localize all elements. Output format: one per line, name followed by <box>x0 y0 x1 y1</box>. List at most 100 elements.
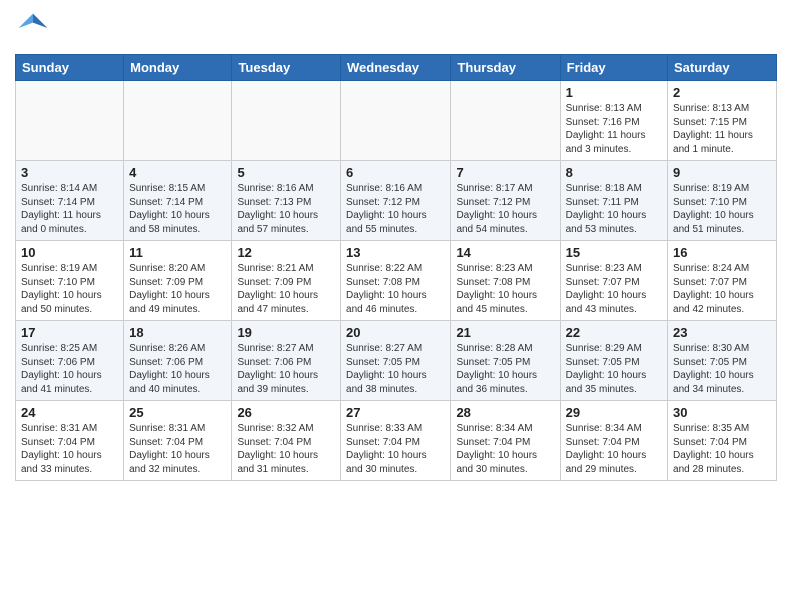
calendar: SundayMondayTuesdayWednesdayThursdayFrid… <box>15 54 777 481</box>
day-info: Sunrise: 8:17 AM Sunset: 7:12 PM Dayligh… <box>456 182 554 236</box>
day-number: 25 <box>129 405 226 420</box>
calendar-day-cell: 24Sunrise: 8:31 AM Sunset: 7:04 PM Dayli… <box>16 401 124 481</box>
page: SundayMondayTuesdayWednesdayThursdayFrid… <box>0 0 792 491</box>
day-info: Sunrise: 8:30 AM Sunset: 7:05 PM Dayligh… <box>673 342 771 396</box>
day-info: Sunrise: 8:34 AM Sunset: 7:04 PM Dayligh… <box>456 422 554 476</box>
calendar-day-cell: 2Sunrise: 8:13 AM Sunset: 7:15 PM Daylig… <box>668 81 777 161</box>
calendar-week-row: 1 Sunrise: 8:13 AM Sunset: 7:16 PM Daylig… <box>16 81 777 161</box>
calendar-day-cell: 18 Sunrise: 8:26 AM Sunset: 7:06 PM Dayli… <box>124 321 232 401</box>
header <box>15 10 777 46</box>
calendar-day-cell <box>451 81 560 161</box>
calendar-day-header: Sunday <box>16 55 124 81</box>
day-info: Sunrise: 8:13 AM Sunset: 7:15 PM Dayligh… <box>673 102 771 156</box>
day-info: Sunrise: 8:13 AM Sunset: 7:16 PM Dayligh… <box>566 102 662 156</box>
calendar-day-cell: 5 Sunrise: 8:16 AM Sunset: 7:13 PM Daylig… <box>232 161 341 241</box>
day-info: Sunrise: 8:22 AM Sunset: 7:08 PM Dayligh… <box>346 262 445 316</box>
calendar-week-row: 3 Sunrise: 8:14 AM Sunset: 7:14 PM Daylig… <box>16 161 777 241</box>
calendar-day-header: Friday <box>560 55 667 81</box>
day-info: Sunrise: 8:27 AM Sunset: 7:06 PM Dayligh… <box>237 342 335 396</box>
calendar-day-cell: 3 Sunrise: 8:14 AM Sunset: 7:14 PM Daylig… <box>16 161 124 241</box>
calendar-day-cell: 9 Sunrise: 8:19 AM Sunset: 7:10 PM Daylig… <box>668 161 777 241</box>
calendar-day-cell: 27 Sunrise: 8:33 AM Sunset: 7:04 PM Dayli… <box>341 401 451 481</box>
calendar-day-cell: 1 Sunrise: 8:13 AM Sunset: 7:16 PM Daylig… <box>560 81 667 161</box>
day-number: 11 <box>129 245 226 260</box>
calendar-day-header: Monday <box>124 55 232 81</box>
calendar-day-cell: 23 Sunrise: 8:30 AM Sunset: 7:05 PM Dayli… <box>668 321 777 401</box>
day-number: 18 <box>129 325 226 340</box>
day-number: 20 <box>346 325 445 340</box>
day-info: Sunrise: 8:23 AM Sunset: 7:07 PM Dayligh… <box>566 262 662 316</box>
calendar-day-cell: 19 Sunrise: 8:27 AM Sunset: 7:06 PM Dayli… <box>232 321 341 401</box>
day-info: Sunrise: 8:16 AM Sunset: 7:12 PM Dayligh… <box>346 182 445 236</box>
day-info: Sunrise: 8:34 AM Sunset: 7:04 PM Dayligh… <box>566 422 662 476</box>
day-number: 4 <box>129 165 226 180</box>
day-number: 3 <box>21 165 118 180</box>
calendar-day-cell: 11 Sunrise: 8:20 AM Sunset: 7:09 PM Dayli… <box>124 241 232 321</box>
day-info: Sunrise: 8:19 AM Sunset: 7:10 PM Dayligh… <box>21 262 118 316</box>
calendar-day-cell: 15Sunrise: 8:23 AM Sunset: 7:07 PM Dayli… <box>560 241 667 321</box>
day-number: 6 <box>346 165 445 180</box>
calendar-day-cell: 21 Sunrise: 8:28 AM Sunset: 7:05 PM Dayli… <box>451 321 560 401</box>
calendar-day-cell <box>341 81 451 161</box>
calendar-week-row: 24Sunrise: 8:31 AM Sunset: 7:04 PM Dayli… <box>16 401 777 481</box>
day-info: Sunrise: 8:32 AM Sunset: 7:04 PM Dayligh… <box>237 422 335 476</box>
day-info: Sunrise: 8:29 AM Sunset: 7:05 PM Dayligh… <box>566 342 662 396</box>
day-number: 17 <box>21 325 118 340</box>
calendar-day-cell: 29 Sunrise: 8:34 AM Sunset: 7:04 PM Dayli… <box>560 401 667 481</box>
day-info: Sunrise: 8:20 AM Sunset: 7:09 PM Dayligh… <box>129 262 226 316</box>
calendar-header-row: SundayMondayTuesdayWednesdayThursdayFrid… <box>16 55 777 81</box>
logo <box>15 10 57 46</box>
day-number: 19 <box>237 325 335 340</box>
calendar-day-cell: 14 Sunrise: 8:23 AM Sunset: 7:08 PM Dayli… <box>451 241 560 321</box>
day-number: 27 <box>346 405 445 420</box>
calendar-day-cell: 28 Sunrise: 8:34 AM Sunset: 7:04 PM Dayli… <box>451 401 560 481</box>
day-info: Sunrise: 8:14 AM Sunset: 7:14 PM Dayligh… <box>21 182 118 236</box>
day-number: 16 <box>673 245 771 260</box>
day-number: 10 <box>21 245 118 260</box>
day-number: 28 <box>456 405 554 420</box>
day-number: 29 <box>566 405 662 420</box>
calendar-day-header: Tuesday <box>232 55 341 81</box>
calendar-day-cell: 4 Sunrise: 8:15 AM Sunset: 7:14 PM Daylig… <box>124 161 232 241</box>
day-info: Sunrise: 8:24 AM Sunset: 7:07 PM Dayligh… <box>673 262 771 316</box>
calendar-day-cell: 7 Sunrise: 8:17 AM Sunset: 7:12 PM Daylig… <box>451 161 560 241</box>
day-number: 22 <box>566 325 662 340</box>
calendar-day-cell: 22 Sunrise: 8:29 AM Sunset: 7:05 PM Dayli… <box>560 321 667 401</box>
day-info: Sunrise: 8:19 AM Sunset: 7:10 PM Dayligh… <box>673 182 771 236</box>
day-number: 13 <box>346 245 445 260</box>
calendar-day-cell <box>16 81 124 161</box>
calendar-day-cell: 20Sunrise: 8:27 AM Sunset: 7:05 PM Dayli… <box>341 321 451 401</box>
calendar-day-cell: 6 Sunrise: 8:16 AM Sunset: 7:12 PM Daylig… <box>341 161 451 241</box>
calendar-day-cell: 10 Sunrise: 8:19 AM Sunset: 7:10 PM Dayli… <box>16 241 124 321</box>
calendar-day-cell: 8 Sunrise: 8:18 AM Sunset: 7:11 PM Daylig… <box>560 161 667 241</box>
calendar-day-cell: 25 Sunrise: 8:31 AM Sunset: 7:04 PM Dayli… <box>124 401 232 481</box>
calendar-day-cell: 12Sunrise: 8:21 AM Sunset: 7:09 PM Dayli… <box>232 241 341 321</box>
day-info: Sunrise: 8:35 AM Sunset: 7:04 PM Dayligh… <box>673 422 771 476</box>
day-number: 9 <box>673 165 771 180</box>
calendar-day-cell <box>124 81 232 161</box>
day-number: 8 <box>566 165 662 180</box>
day-info: Sunrise: 8:31 AM Sunset: 7:04 PM Dayligh… <box>129 422 226 476</box>
day-info: Sunrise: 8:15 AM Sunset: 7:14 PM Dayligh… <box>129 182 226 236</box>
day-number: 21 <box>456 325 554 340</box>
day-info: Sunrise: 8:23 AM Sunset: 7:08 PM Dayligh… <box>456 262 554 316</box>
day-number: 23 <box>673 325 771 340</box>
calendar-day-cell: 26 Sunrise: 8:32 AM Sunset: 7:04 PM Dayli… <box>232 401 341 481</box>
day-info: Sunrise: 8:31 AM Sunset: 7:04 PM Dayligh… <box>21 422 118 476</box>
day-info: Sunrise: 8:21 AM Sunset: 7:09 PM Dayligh… <box>237 262 335 316</box>
day-number: 1 <box>566 85 662 100</box>
day-number: 14 <box>456 245 554 260</box>
calendar-day-header: Wednesday <box>341 55 451 81</box>
day-info: Sunrise: 8:33 AM Sunset: 7:04 PM Dayligh… <box>346 422 445 476</box>
calendar-day-header: Saturday <box>668 55 777 81</box>
day-number: 5 <box>237 165 335 180</box>
calendar-day-cell: 30Sunrise: 8:35 AM Sunset: 7:04 PM Dayli… <box>668 401 777 481</box>
day-number: 26 <box>237 405 335 420</box>
calendar-week-row: 10 Sunrise: 8:19 AM Sunset: 7:10 PM Dayli… <box>16 241 777 321</box>
day-info: Sunrise: 8:26 AM Sunset: 7:06 PM Dayligh… <box>129 342 226 396</box>
calendar-week-row: 17Sunrise: 8:25 AM Sunset: 7:06 PM Dayli… <box>16 321 777 401</box>
day-info: Sunrise: 8:28 AM Sunset: 7:05 PM Dayligh… <box>456 342 554 396</box>
day-info: Sunrise: 8:16 AM Sunset: 7:13 PM Dayligh… <box>237 182 335 236</box>
day-info: Sunrise: 8:18 AM Sunset: 7:11 PM Dayligh… <box>566 182 662 236</box>
day-number: 7 <box>456 165 554 180</box>
